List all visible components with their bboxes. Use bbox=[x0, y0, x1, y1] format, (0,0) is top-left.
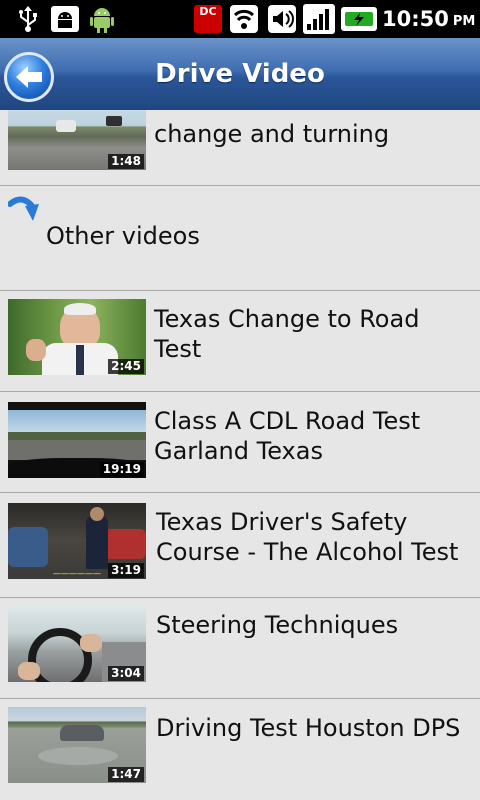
other-videos-label: Other videos bbox=[46, 222, 200, 250]
title-bar: Drive Video bbox=[0, 38, 480, 112]
battery-icon bbox=[340, 4, 378, 34]
curved-arrow-down-icon bbox=[8, 196, 39, 221]
list-item[interactable]: —————— 3:19 Texas Driver's Safety Course… bbox=[0, 493, 480, 598]
video-duration: 1:48 bbox=[108, 154, 144, 169]
video-duration: 3:04 bbox=[108, 666, 144, 681]
video-title: Steering Techniques bbox=[156, 611, 399, 639]
volume-icon bbox=[266, 4, 298, 34]
video-thumbnail: 19:19 bbox=[8, 402, 146, 478]
list-item[interactable]: 1:47 Driving Test Houston DPS bbox=[0, 699, 480, 800]
video-duration: 3:19 bbox=[108, 563, 144, 578]
video-duration: 19:19 bbox=[99, 462, 144, 477]
back-arrow-icon bbox=[16, 66, 42, 88]
other-videos-header: Other videos bbox=[0, 186, 480, 291]
clock-ampm: PM bbox=[452, 13, 476, 29]
video-title: Texas Driver's Safety Course - The Alcoh… bbox=[156, 508, 459, 566]
dc-badge-icon: DC bbox=[192, 4, 224, 34]
back-button[interactable] bbox=[4, 52, 54, 102]
android-mascot-icon bbox=[84, 4, 120, 34]
video-thumbnail: 1:47 bbox=[8, 707, 146, 783]
video-title: change and turning bbox=[154, 120, 390, 148]
android-debug-icon bbox=[48, 4, 82, 34]
list-item[interactable]: 1:48 change and turning bbox=[0, 110, 480, 186]
video-list[interactable]: 1:48 change and turning Other videos 2:4… bbox=[0, 110, 480, 800]
clock: 10:50 PM bbox=[382, 4, 478, 34]
list-item[interactable]: 19:19 Class A CDL Road Test Garland Texa… bbox=[0, 392, 480, 493]
video-title: Driving Test Houston DPS bbox=[156, 714, 461, 742]
video-duration: 2:45 bbox=[108, 359, 144, 374]
dc-badge-label: DC bbox=[194, 5, 222, 33]
status-bar: DC 10:50 PM bbox=[0, 0, 480, 38]
wifi-icon bbox=[228, 4, 260, 34]
video-thumbnail: 3:04 bbox=[8, 606, 146, 682]
video-title: Class A CDL Road Test Garland Texas bbox=[154, 407, 421, 465]
list-item[interactable]: 2:45 Texas Change to Road Test bbox=[0, 291, 480, 392]
video-thumbnail: 1:48 bbox=[8, 110, 146, 170]
usb-icon bbox=[12, 4, 44, 34]
video-title: Texas Change to Road Test bbox=[154, 305, 420, 363]
video-duration: 1:47 bbox=[108, 767, 144, 782]
video-thumbnail: 2:45 bbox=[8, 299, 146, 375]
list-item[interactable]: 3:04 Steering Techniques bbox=[0, 598, 480, 699]
clock-time: 10:50 bbox=[382, 7, 449, 31]
video-thumbnail: —————— 3:19 bbox=[8, 503, 146, 579]
page-title: Drive Video bbox=[155, 59, 325, 89]
signal-icon bbox=[302, 4, 336, 34]
